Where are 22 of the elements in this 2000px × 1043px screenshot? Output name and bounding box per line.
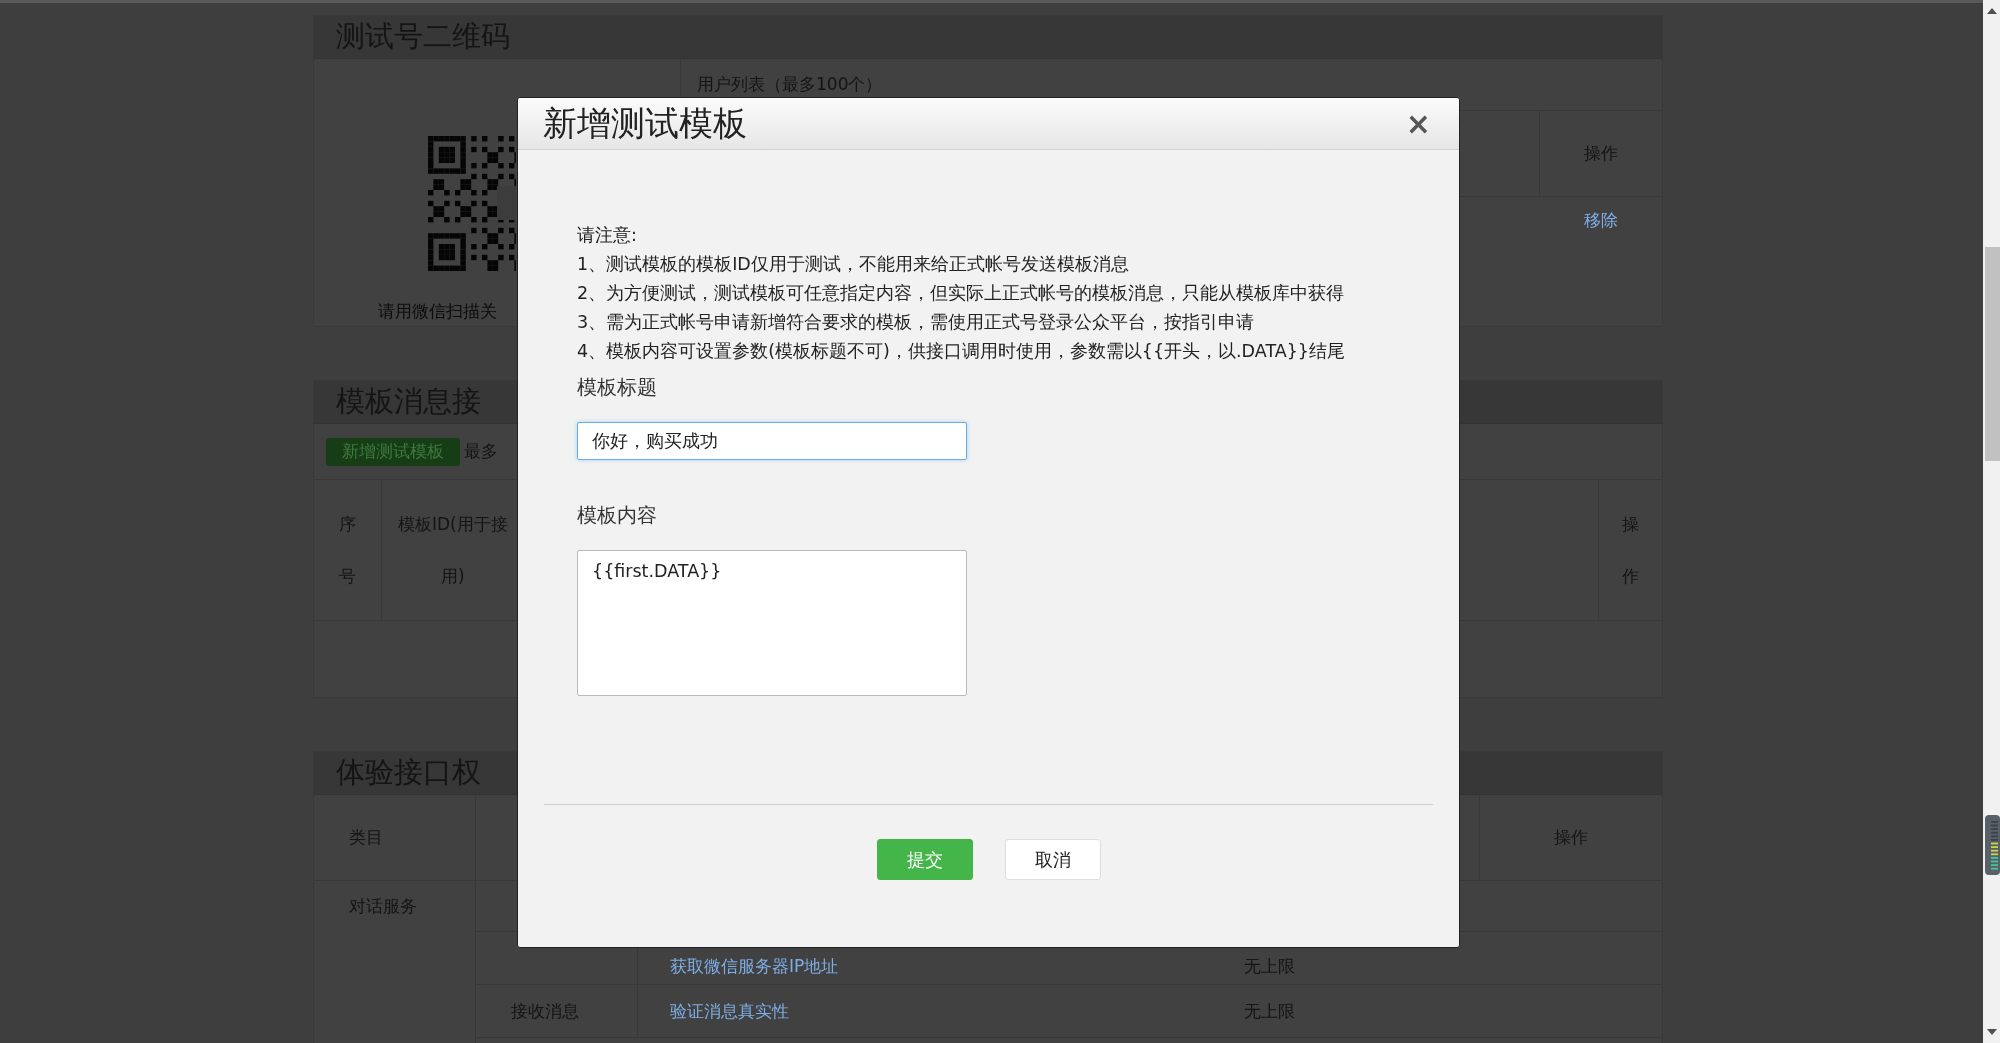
note-text: 4、模板内容可设置参数(模板标题不可)，供接口调用时使用，参数需以{{开头，以.DATA}}结尾 xyxy=(577,340,1346,363)
field-label: 模板内容 xyxy=(577,502,657,529)
scrollbar[interactable] xyxy=(1983,0,2000,1043)
api-link[interactable]: 获取微信服务器IP地址 xyxy=(670,955,839,978)
meter-widget-icon[interactable] xyxy=(1985,815,2000,875)
scroll-up-icon[interactable] xyxy=(1986,8,1997,14)
input-field[interactable]: 你好，购买成功 xyxy=(577,422,967,460)
cancel-button[interactable]: 取消 xyxy=(1004,839,1101,880)
close-button[interactable]: × xyxy=(1401,108,1435,139)
dialog-title: 新增测试模板 xyxy=(543,101,747,145)
note-text: 3、需为正式帐号申请新增符合要求的模板，需使用正式号登录公众平台，按指引申请 xyxy=(577,311,1256,334)
add-template-button[interactable]: 新增测试模板 xyxy=(326,437,460,466)
scroll-down-icon[interactable] xyxy=(1986,1029,1997,1035)
remove-link[interactable]: 移除 xyxy=(1584,209,1618,232)
textarea-field[interactable]: {{first.DATA}} xyxy=(577,550,967,696)
scroll-thumb[interactable] xyxy=(1985,247,2000,461)
notes-heading: 请注意: xyxy=(577,224,638,247)
submit-button[interactable]: 提交 xyxy=(876,839,973,880)
note-text: 1、测试模板的模板ID仅用于测试，不能用来给正式帐号发送模板消息 xyxy=(577,253,1130,276)
note-text: 2、为方便测试，测试模板可任意指定内容，但实际上正式帐号的模板消息，只能从模板库中获得 xyxy=(577,282,1346,305)
api-link[interactable]: 验证消息真实性 xyxy=(670,999,789,1023)
field-label: 模板标题 xyxy=(577,374,657,401)
